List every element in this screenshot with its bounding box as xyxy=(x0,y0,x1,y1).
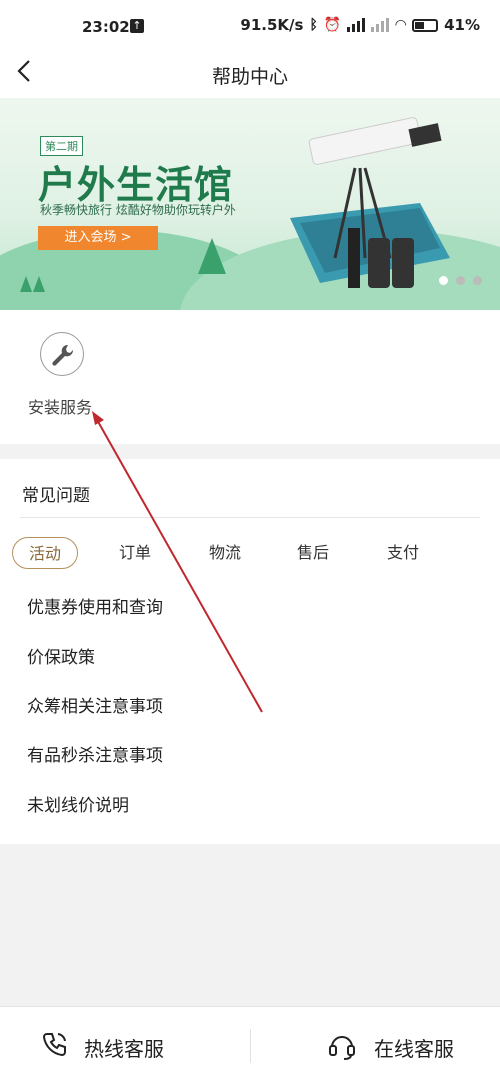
battery-level: 41% xyxy=(444,16,480,34)
tab-logistics[interactable]: 物流 xyxy=(192,537,258,569)
install-service-button[interactable] xyxy=(40,332,84,376)
telescope-illustration xyxy=(290,117,450,288)
tab-activity[interactable]: 活动 xyxy=(12,537,78,569)
battery-icon xyxy=(412,18,439,32)
bluetooth-icon: ᛒ xyxy=(309,17,318,33)
status-time: 23:02 xyxy=(82,18,130,36)
wifi-icon: ◠ xyxy=(395,17,407,33)
online-service-label: 在线客服 xyxy=(374,1037,454,1061)
tab-payment[interactable]: 支付 xyxy=(370,537,436,569)
status-right: 91.5K/s ᛒ ⏰ ◠ 41% xyxy=(240,16,480,34)
headset-icon xyxy=(329,1036,355,1060)
issue-badge: 第二期 xyxy=(40,136,83,156)
pagination-dot xyxy=(439,276,448,285)
tree-icon xyxy=(198,238,226,274)
phone-icon xyxy=(42,1033,66,1057)
faq-title: 常见问题 xyxy=(22,486,90,506)
wrench-icon xyxy=(52,344,74,366)
faq-question[interactable]: 价保政策 xyxy=(27,643,95,668)
alarm-icon: ⏰ xyxy=(323,17,342,33)
banner-subline: 秋季畅快旅行 炫酷好物助你玩转户外 xyxy=(40,203,236,217)
divider xyxy=(20,517,480,518)
page-title: 帮助中心 xyxy=(211,66,288,88)
online-service-button[interactable]: 在线客服 xyxy=(250,1007,500,1084)
faq-section: 常见问题 活动 订单 物流 售后 支付 优惠券使用和查询 价保政策 众筹相关注意… xyxy=(0,459,500,844)
enter-venue-button[interactable]: 进入会场 > xyxy=(38,226,158,250)
faq-question[interactable]: 有品秒杀注意事项 xyxy=(27,741,163,766)
pagination-dot xyxy=(456,276,465,285)
nav-bar: 帮助中心 xyxy=(0,52,500,98)
tree-icon xyxy=(33,276,45,292)
hotline-button[interactable]: 热线客服 xyxy=(0,1007,250,1084)
tab-after-sales[interactable]: 售后 xyxy=(280,537,346,569)
hotline-label: 热线客服 xyxy=(84,1037,164,1061)
faq-tabs: 活动 订单 物流 售后 支付 xyxy=(10,537,490,571)
faq-question[interactable]: 未划线价说明 xyxy=(27,791,129,816)
bottom-toolbar: 热线客服 在线客服 xyxy=(0,1006,500,1084)
network-speed: 91.5K/s xyxy=(240,16,304,34)
faq-question[interactable]: 优惠券使用和查询 xyxy=(27,593,163,618)
banner-pagination xyxy=(439,276,482,285)
signal-icon xyxy=(347,18,366,32)
service-section: 安装服务 xyxy=(0,310,500,444)
upload-icon: ↑ xyxy=(130,19,144,33)
status-bar: 23:02 ↑ 91.5K/s ᛒ ⏰ ◠ 41% xyxy=(0,0,500,52)
pagination-dot xyxy=(473,276,482,285)
tab-orders[interactable]: 订单 xyxy=(102,537,168,569)
signal-2-icon xyxy=(371,18,390,32)
tree-icon xyxy=(20,276,32,292)
faq-question[interactable]: 众筹相关注意事项 xyxy=(27,692,163,717)
install-service-label[interactable]: 安装服务 xyxy=(28,394,92,418)
promo-banner[interactable]: 第二期 户外生活馆 秋季畅快旅行 炫酷好物助你玩转户外 进入会场 > xyxy=(0,98,500,310)
